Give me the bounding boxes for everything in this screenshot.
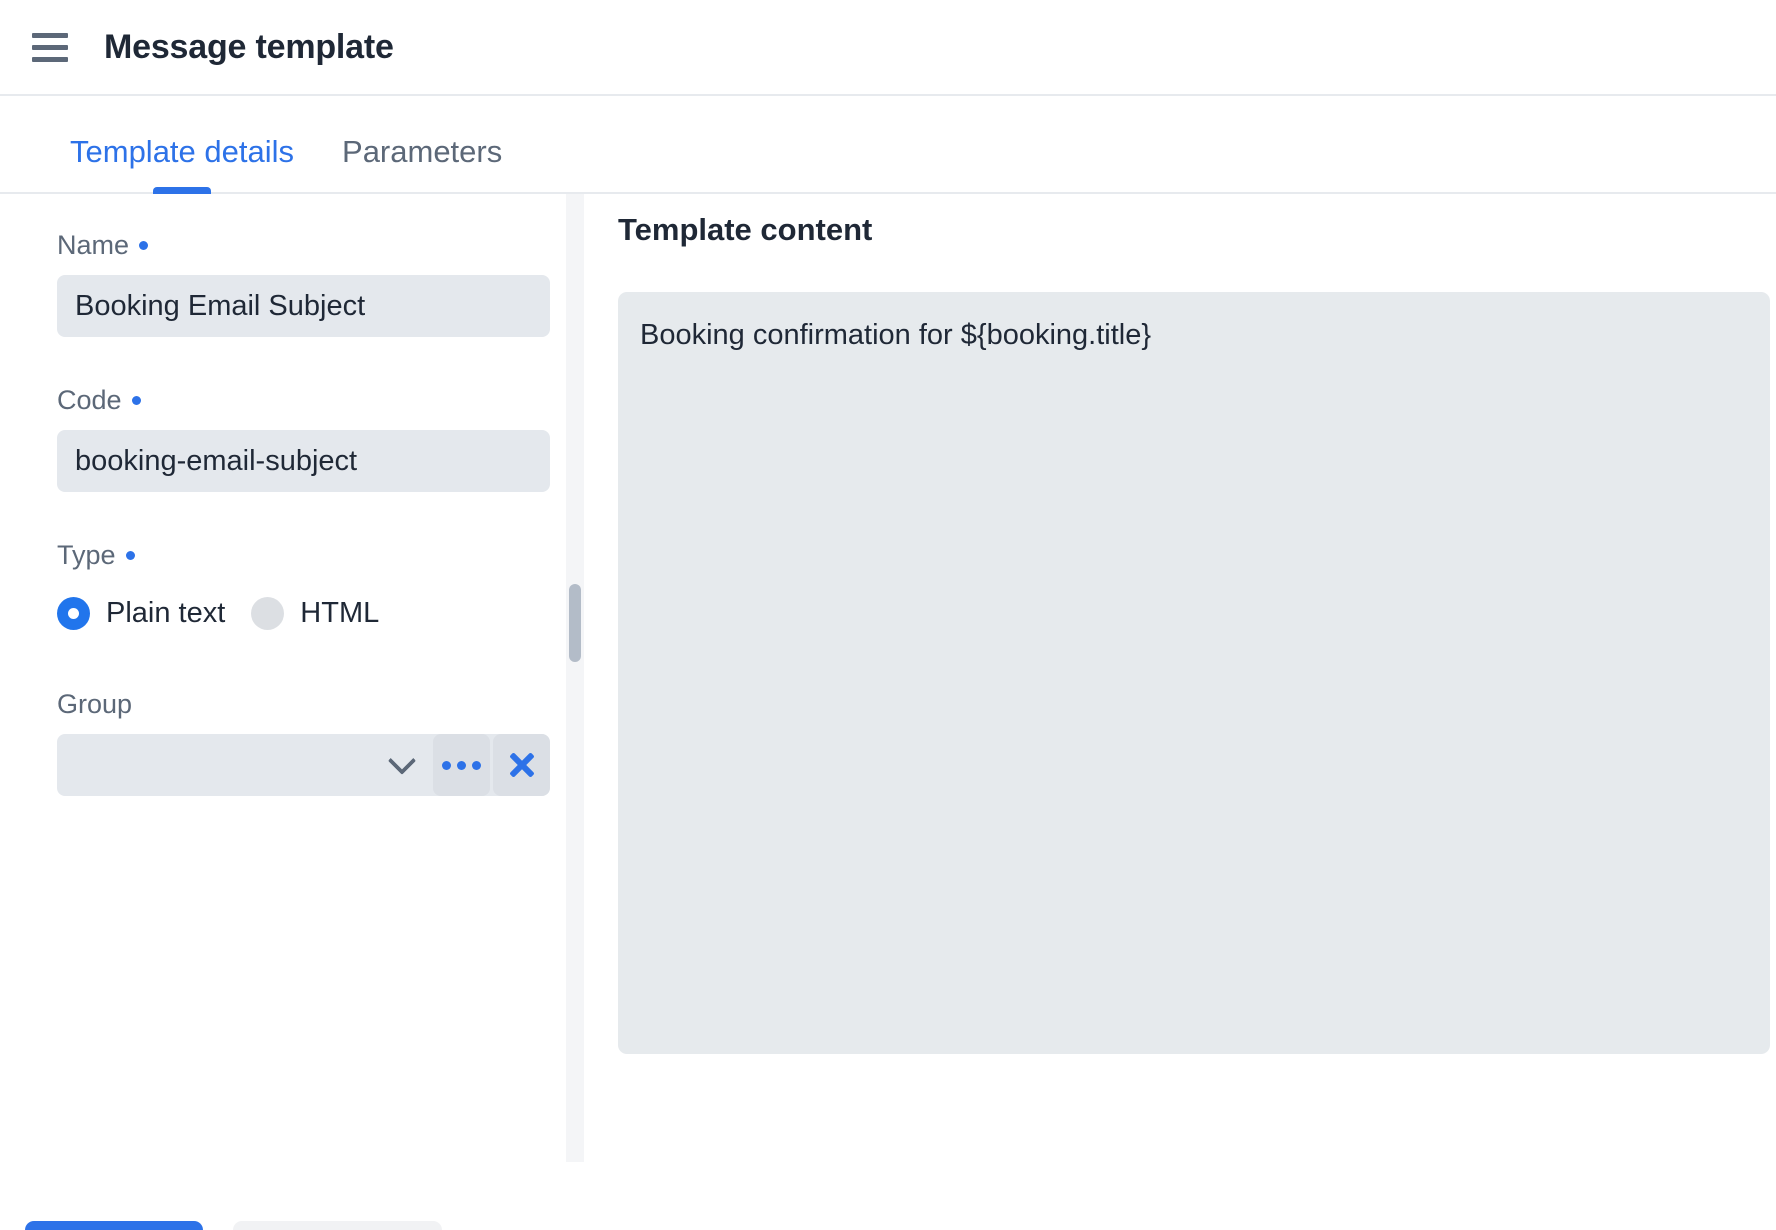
page-title: Message template xyxy=(104,28,394,67)
type-label-text: Type xyxy=(57,540,116,571)
radio-selected-icon xyxy=(57,597,90,630)
name-input[interactable]: Booking Email Subject xyxy=(57,275,550,337)
hamburger-bar xyxy=(32,45,68,50)
group-label: Group xyxy=(57,689,566,720)
scrollbar-thumb[interactable] xyxy=(569,584,581,662)
tab-template-details[interactable]: Template details xyxy=(70,134,294,192)
required-dot-icon xyxy=(126,551,135,560)
chevron-glyph xyxy=(388,747,416,775)
spacer xyxy=(57,647,566,689)
radio-plain-text[interactable]: Plain text xyxy=(57,597,225,630)
ellipsis-icon xyxy=(442,761,481,770)
ok-button[interactable]: OK xyxy=(25,1221,203,1230)
field-group: Group xyxy=(57,689,566,796)
tab-bar: Template details Parameters xyxy=(0,96,1776,194)
group-clear-button[interactable] xyxy=(493,734,550,796)
field-code: Code booking-email-subject xyxy=(57,385,566,492)
code-input[interactable]: booking-email-subject xyxy=(57,430,550,492)
required-dot-icon xyxy=(139,241,148,250)
dialog-footer: OK Cancel xyxy=(0,1182,1776,1230)
radio-unselected-icon xyxy=(251,597,284,630)
type-label: Type xyxy=(57,540,566,571)
app-header: Message template xyxy=(0,0,1776,96)
group-label-text: Group xyxy=(57,689,132,720)
radio-html[interactable]: HTML xyxy=(251,597,379,630)
radio-html-label: HTML xyxy=(300,597,379,630)
dialog-body: Name Booking Email Subject Code booking-… xyxy=(0,194,1776,1182)
cancel-button[interactable]: Cancel xyxy=(233,1221,442,1230)
group-browse-button[interactable] xyxy=(433,734,490,796)
code-label-text: Code xyxy=(57,385,122,416)
name-label-text: Name xyxy=(57,230,129,261)
template-content-textarea[interactable]: Booking confirmation for ${booking.title… xyxy=(618,292,1770,1054)
template-content-title: Template content xyxy=(618,212,1770,248)
spacer xyxy=(57,343,566,385)
type-radio-group: Plain text HTML xyxy=(57,585,566,641)
group-select[interactable] xyxy=(57,734,550,796)
field-type: Type Plain text HTML xyxy=(57,540,566,641)
tab-label: Template details xyxy=(70,134,294,169)
required-dot-icon xyxy=(132,396,141,405)
code-label: Code xyxy=(57,385,566,416)
close-x-icon xyxy=(508,751,536,779)
hamburger-bar xyxy=(32,33,68,38)
tab-label: Parameters xyxy=(342,134,502,169)
template-content-panel: Template content Booking confirmation fo… xyxy=(584,194,1776,1182)
template-details-form: Name Booking Email Subject Code booking-… xyxy=(0,194,566,1182)
spacer xyxy=(57,498,566,540)
form-scrollbar[interactable] xyxy=(566,194,584,1162)
radio-plain-text-label: Plain text xyxy=(106,597,225,630)
hamburger-bar xyxy=(32,57,68,62)
hamburger-icon[interactable] xyxy=(28,25,72,69)
tab-parameters[interactable]: Parameters xyxy=(342,134,502,192)
name-label: Name xyxy=(57,230,566,261)
field-name: Name Booking Email Subject xyxy=(57,230,566,337)
chevron-down-icon[interactable] xyxy=(374,734,430,796)
